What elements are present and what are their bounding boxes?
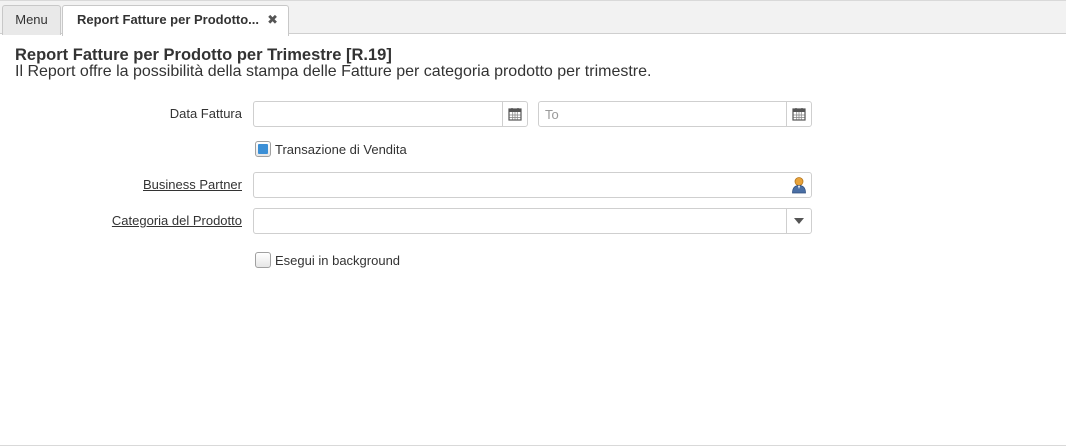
calendar-icon <box>508 108 522 121</box>
data-fattura-to-input[interactable] <box>539 102 784 126</box>
data-fattura-label: Data Fattura <box>169 106 242 121</box>
data-fattura-from-input[interactable] <box>254 102 500 126</box>
categoria-prodotto-select[interactable] <box>253 208 812 234</box>
esegui-background-row: Esegui in background <box>255 251 400 269</box>
business-partner-icon <box>791 177 806 194</box>
calendar-button-to[interactable] <box>786 102 811 126</box>
close-icon[interactable]: ✖ <box>267 6 278 34</box>
calendar-button-from[interactable] <box>502 102 527 126</box>
tab-report-label: Report Fatture per Prodotto... <box>77 12 259 27</box>
tab-report[interactable]: Report Fatture per Prodotto... ✖ <box>62 5 289 36</box>
business-partner-button[interactable] <box>786 173 811 197</box>
page-description: Il Report offre la possibilità della sta… <box>15 63 652 80</box>
tab-menu[interactable]: Menu <box>2 5 61 35</box>
business-partner-field <box>253 172 812 198</box>
transazione-vendita-label: Transazione di Vendita <box>275 141 407 157</box>
categoria-prodotto-dropdown-button[interactable] <box>786 209 811 233</box>
app-window: Menu Report Fatture per Prodotto... ✖ Re… <box>0 0 1066 448</box>
transazione-vendita-row: Transazione di Vendita <box>255 140 407 158</box>
categoria-prodotto-label[interactable]: Categoria del Prodotto <box>112 213 242 228</box>
business-partner-label[interactable]: Business Partner <box>143 177 242 192</box>
categoria-prodotto-input[interactable] <box>254 209 784 233</box>
data-fattura-to-field <box>538 101 812 127</box>
calendar-icon <box>792 108 806 121</box>
dropdown-arrow-icon <box>794 218 804 224</box>
bottom-divider <box>0 445 1066 446</box>
tab-bar: Menu Report Fatture per Prodotto... ✖ <box>0 0 1066 36</box>
esegui-background-label: Esegui in background <box>275 252 401 268</box>
business-partner-input[interactable] <box>254 173 784 197</box>
transazione-vendita-checkbox[interactable] <box>255 141 271 157</box>
esegui-background-checkbox[interactable] <box>255 252 271 268</box>
data-fattura-from-field <box>253 101 528 127</box>
